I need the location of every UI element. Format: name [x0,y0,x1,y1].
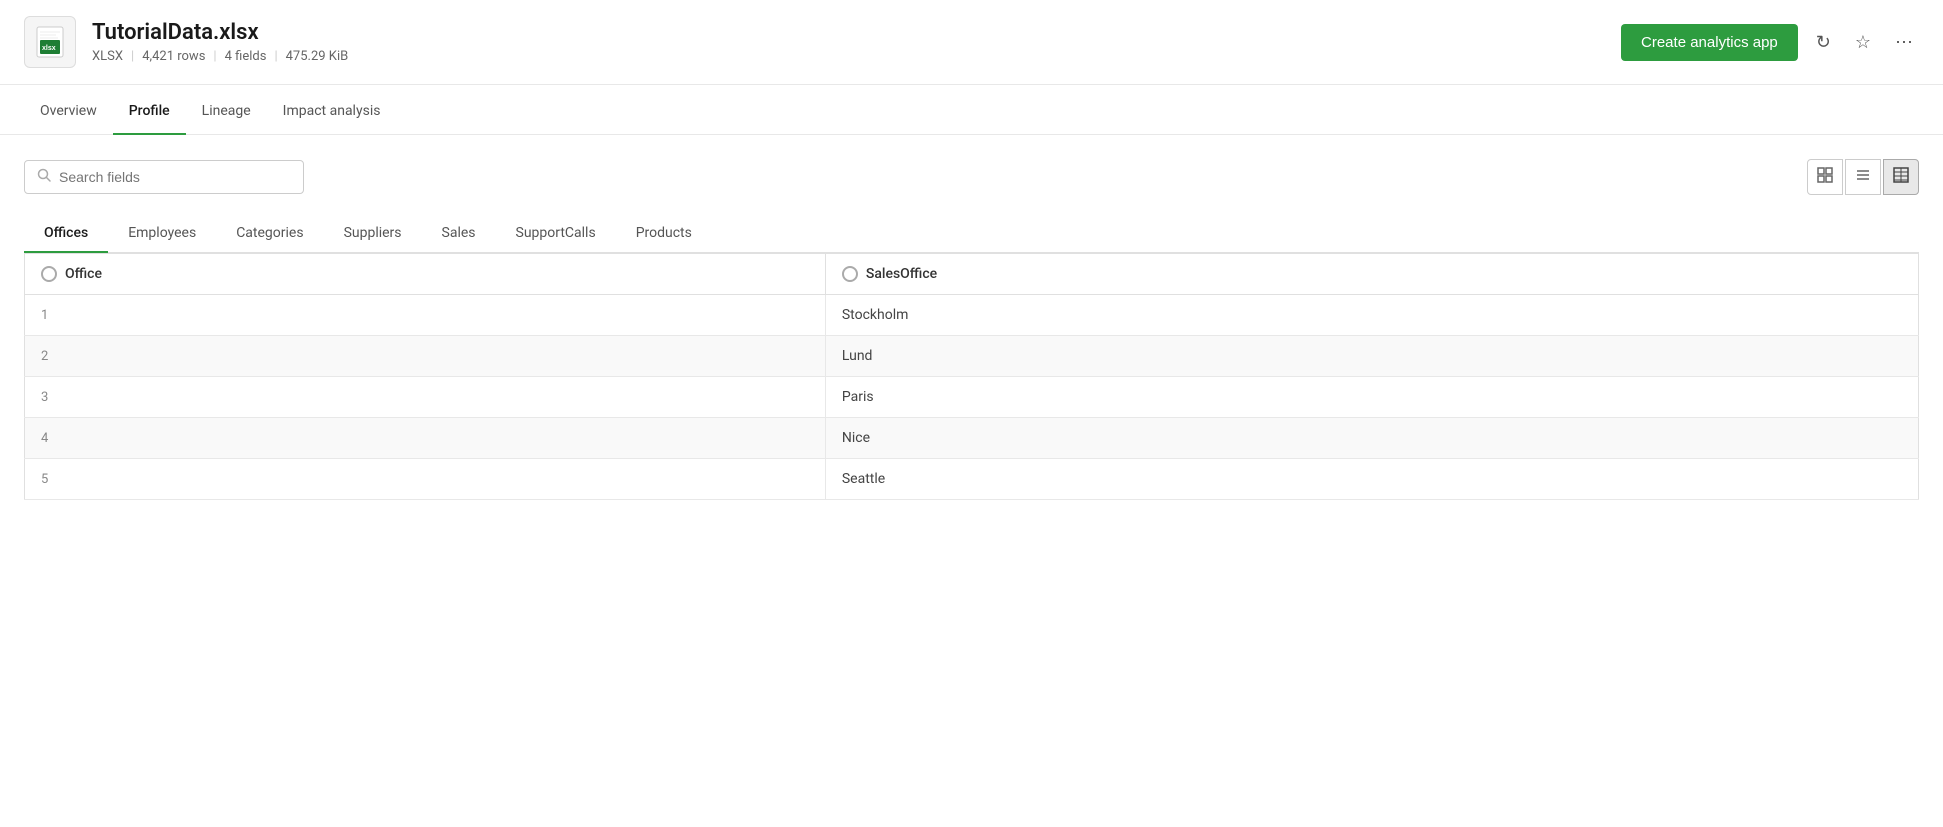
row-number: 4 [25,418,826,459]
table-row: 2Lund [25,336,1919,377]
row-sales-office: Lund [825,336,1918,377]
sheet-tab-employees[interactable]: Employees [108,215,216,253]
table-view-button[interactable] [1883,159,1919,195]
more-icon: ⋯ [1895,32,1913,52]
column-header-office: Office [25,254,826,295]
sheet-tab-suppliers[interactable]: Suppliers [324,215,422,253]
grid-view-icon [1817,167,1833,188]
row-number: 5 [25,459,826,500]
tab-lineage[interactable]: Lineage [186,89,267,135]
tab-impact-analysis[interactable]: Impact analysis [267,89,397,135]
row-number: 2 [25,336,826,377]
row-number: 3 [25,377,826,418]
main-content: Offices Employees Categories Suppliers S… [0,135,1943,524]
table-row: 3Paris [25,377,1919,418]
row-sales-office: Stockholm [825,295,1918,336]
office-column-selector[interactable] [41,266,57,282]
grid-view-button[interactable] [1807,159,1843,195]
row-sales-office: Seattle [825,459,1918,500]
sheet-tab-products[interactable]: Products [616,215,712,253]
more-options-button[interactable]: ⋯ [1889,26,1919,59]
sheet-tabs: Offices Employees Categories Suppliers S… [24,215,1919,253]
nav-tabs: Overview Profile Lineage Impact analysis [0,89,1943,135]
salesoffice-column-label: SalesOffice [866,266,937,282]
refresh-button[interactable]: ↻ [1810,26,1837,59]
file-type: XLSX [92,49,123,64]
sheet-tab-offices[interactable]: Offices [24,215,108,253]
file-fields: 4 fields [225,49,267,64]
table-row: 1Stockholm [25,295,1919,336]
view-toggles [1807,159,1919,195]
star-icon: ☆ [1855,32,1871,52]
search-box [24,160,304,194]
svg-text:xlsx: xlsx [42,45,56,52]
favorite-button[interactable]: ☆ [1849,26,1877,59]
search-icon [37,168,51,186]
salesoffice-column-selector[interactable] [842,266,858,282]
tab-overview[interactable]: Overview [24,89,113,135]
header-left: xlsx TutorialData.xlsx XLSX | 4,421 rows… [24,16,348,68]
row-sales-office: Paris [825,377,1918,418]
table-row: 5Seattle [25,459,1919,500]
sheet-tab-sales[interactable]: Sales [422,215,496,253]
sheet-tab-categories[interactable]: Categories [216,215,323,253]
row-sales-office: Nice [825,418,1918,459]
tab-profile[interactable]: Profile [113,89,186,135]
row-number: 1 [25,295,826,336]
data-table: Office SalesOffice 1Stockholm2Lund3Paris… [24,253,1919,500]
header-right: Create analytics app ↻ ☆ ⋯ [1621,24,1919,61]
refresh-icon: ↻ [1816,32,1831,52]
search-input[interactable] [59,169,291,185]
file-icon: xlsx [24,16,76,68]
file-meta: XLSX | 4,421 rows | 4 fields | 475.29 Ki… [92,49,348,64]
file-rows: 4,421 rows [142,49,205,64]
toolbar [24,159,1919,195]
file-name: TutorialData.xlsx [92,20,348,45]
table-view-icon [1893,167,1909,188]
file-size: 475.29 KiB [286,49,349,64]
sheet-tab-supportcalls[interactable]: SupportCalls [496,215,616,253]
file-info: TutorialData.xlsx XLSX | 4,421 rows | 4 … [92,20,348,64]
office-column-label: Office [65,266,102,282]
list-view-button[interactable] [1845,159,1881,195]
page-header: xlsx TutorialData.xlsx XLSX | 4,421 rows… [0,0,1943,85]
create-analytics-app-button[interactable]: Create analytics app [1621,24,1798,61]
list-view-icon [1855,167,1871,188]
table-row: 4Nice [25,418,1919,459]
column-header-salesoffice: SalesOffice [825,254,1918,295]
